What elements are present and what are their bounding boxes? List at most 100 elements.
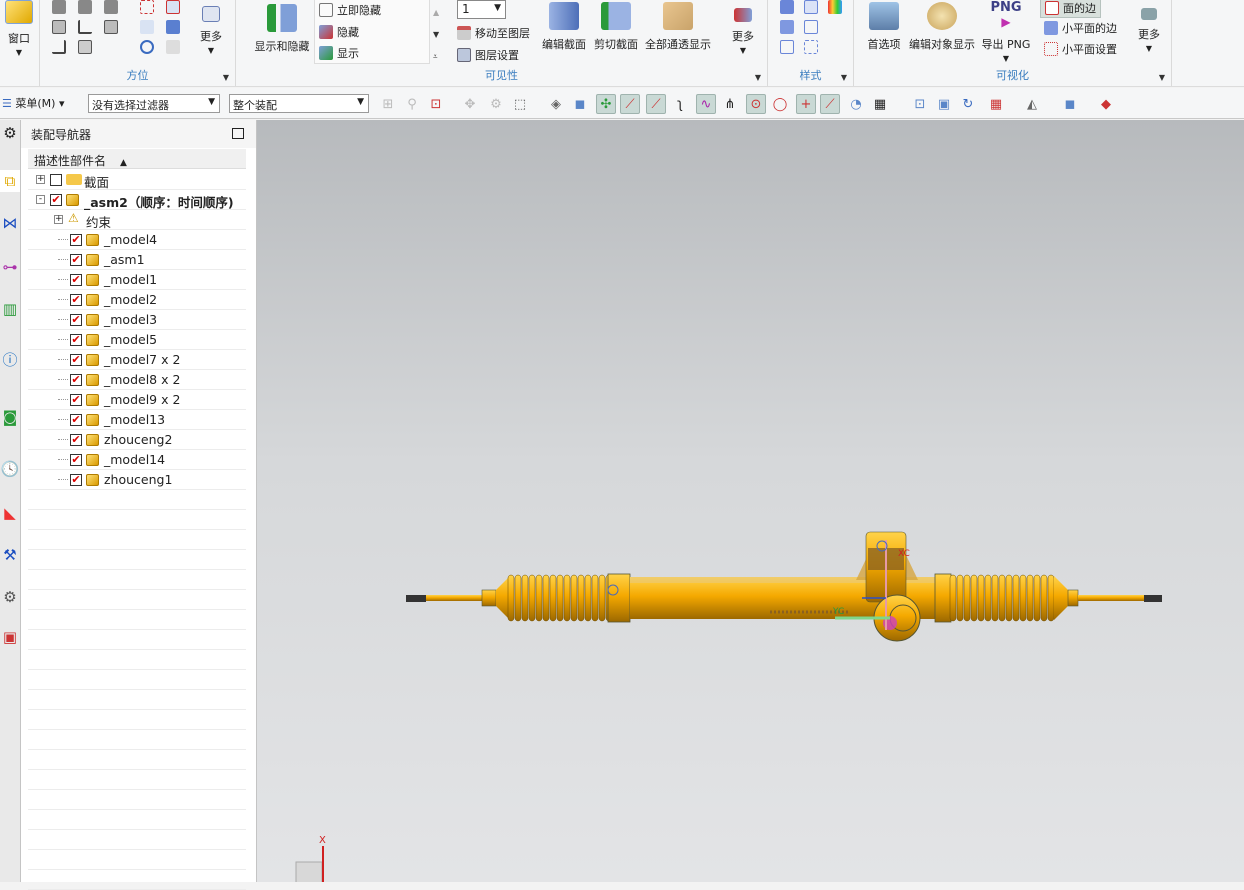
tree-node[interactable]: ✔ _asm1 [28, 250, 246, 270]
menu-button[interactable]: ☰ 菜单(M) ▾ [2, 95, 64, 111]
visibility-checkbox[interactable]: ✔ [50, 194, 62, 206]
visibility-checkbox[interactable]: ✔ [70, 314, 82, 326]
visibility-checkbox[interactable]: ✔ [70, 474, 82, 486]
tree-node[interactable]: ✔ _model8 x 2 [28, 370, 246, 390]
expand-icon[interactable]: + [36, 175, 45, 184]
fit-icon[interactable] [140, 0, 154, 14]
pan-icon[interactable] [140, 20, 154, 34]
show-hide-tool-icon[interactable]: ◆ [1096, 94, 1116, 114]
info-icon[interactable]: ⓘ [0, 348, 20, 370]
reorient-icon[interactable] [166, 40, 180, 54]
render-style-icon[interactable]: ◼ [1060, 94, 1080, 114]
facet-settings-button[interactable]: 小平面设置 [1044, 41, 1117, 57]
upper-select-icon[interactable]: ⚙ [486, 94, 506, 114]
visibility-checkbox[interactable]: ✔ [70, 334, 82, 346]
tree-node[interactable]: ✔ zhouceng2 [28, 430, 246, 450]
arc-center-icon[interactable]: ⋔ [720, 94, 740, 114]
orientation-more-button[interactable]: 更多 ▼ [192, 0, 230, 55]
snap-point-icon[interactable]: ✣ [596, 94, 616, 114]
quadrant-icon[interactable]: ◯ [770, 94, 790, 114]
reuse-library-icon[interactable]: ▥ [0, 298, 20, 320]
type-filter-icon[interactable]: ⊡ [426, 94, 446, 114]
intersection-icon[interactable]: ∿ [696, 94, 716, 114]
general-select-icon[interactable]: ⊞ [378, 94, 398, 114]
gallery-scroll[interactable]: ▲ ▼ ⩡ [433, 2, 439, 68]
visibility-checkbox[interactable]: ✔ [70, 294, 82, 306]
face-edges-toggle[interactable]: 面的边 [1040, 0, 1101, 18]
grid-icon[interactable]: ▦ [870, 94, 890, 114]
tree-node[interactable]: ✔ _model14 [28, 450, 246, 470]
view-back-icon[interactable] [78, 40, 92, 54]
visibility-checkbox[interactable]: ✔ [70, 234, 82, 246]
immediate-hide-button[interactable]: 立即隐藏 [319, 2, 381, 18]
window-button[interactable]: 窗口 ▼ [2, 0, 36, 57]
tree-node[interactable]: ✔ _model7 x 2 [28, 350, 246, 370]
visibility-checkbox[interactable]: ✔ [70, 254, 82, 266]
edit-object-display-button[interactable]: 编辑对象显示 [908, 0, 976, 52]
manufacturing-wizard-icon[interactable]: ⚙ [0, 586, 20, 608]
mid-point-icon[interactable]: ⟋ [646, 94, 666, 114]
tree-node[interactable]: + ⚠ 约束 [28, 210, 246, 230]
tree-node[interactable]: ✔ _model9 x 2 [28, 390, 246, 410]
view-top-icon[interactable] [52, 20, 66, 34]
maximize-icon[interactable] [232, 128, 244, 139]
tree-node[interactable]: ✔ _model4 [28, 230, 246, 250]
fit-view-icon[interactable]: ⊡ [910, 94, 930, 114]
process-studio-icon[interactable]: ⚒ [0, 544, 20, 566]
view-bottom-icon[interactable] [52, 40, 66, 54]
move-to-layer-button[interactable]: 移动至图层 [457, 25, 530, 41]
column-header[interactable]: 描述性部件名 ▲ [28, 149, 246, 169]
visibility-checkbox[interactable]: ✔ [70, 434, 82, 446]
control-point-icon[interactable]: ʅ [670, 94, 690, 114]
history-icon[interactable]: 🕓 [0, 458, 20, 480]
visibility-checkbox[interactable]: ✔ [70, 454, 82, 466]
existing-point-icon[interactable]: + [796, 94, 816, 114]
wireframe-icon[interactable] [804, 20, 818, 34]
view-isometric-icon[interactable] [104, 0, 118, 14]
tree-node[interactable]: - ✔ _asm2（顺序：时间顺序) [28, 190, 246, 210]
rotate-icon[interactable] [140, 40, 154, 54]
hide-button[interactable]: 隐藏 [319, 24, 359, 40]
facet-edges-button[interactable]: 小平面的边 [1044, 20, 1117, 36]
group-menu-icon[interactable]: ▼ [755, 73, 761, 82]
visibility-checkbox[interactable]: ✔ [70, 274, 82, 286]
rectangle-select-icon[interactable]: ⬚ [510, 94, 530, 114]
clip-section-button[interactable]: 剪切截面 [590, 0, 642, 52]
orient-view-icon[interactable]: ◭ [1022, 94, 1042, 114]
view-left-icon[interactable] [78, 20, 92, 34]
layer-select[interactable]: 1 ▼ [457, 0, 506, 19]
pan-view-icon[interactable]: ▣ [934, 94, 954, 114]
edit-section-button[interactable]: 编辑截面 [538, 0, 590, 52]
hidden-line-icon[interactable] [780, 40, 794, 54]
shaded-edges-icon[interactable] [780, 0, 794, 14]
view-front-icon[interactable] [78, 0, 92, 14]
tree-node[interactable]: ✔ _model13 [28, 410, 246, 430]
group-menu-icon[interactable]: ▼ [841, 73, 847, 82]
expand-icon[interactable]: + [54, 215, 63, 224]
visibility-checkbox[interactable]: ✔ [70, 374, 82, 386]
tree-node[interactable]: ✔ _model3 [28, 310, 246, 330]
part-navigator-icon[interactable]: ⊶ [0, 256, 20, 278]
visibility-more-button[interactable]: 更多 ▼ [724, 0, 762, 55]
tree-node[interactable]: ✔ _model2 [28, 290, 246, 310]
shaded-icon[interactable] [804, 0, 818, 14]
feature-icon[interactable]: ◈ [546, 94, 566, 114]
graphics-viewport[interactable]: XC YC X [257, 120, 1244, 882]
tree-node[interactable]: ✔ _model5 [28, 330, 246, 350]
group-menu-icon[interactable]: ▼ [1159, 73, 1165, 82]
visualization-more-button[interactable]: 更多 ▼ [1130, 0, 1168, 53]
studio-icon[interactable] [828, 0, 842, 14]
settings-icon[interactable]: ⚙ [0, 122, 20, 144]
tree-node[interactable]: + 截面 [28, 170, 246, 190]
point-on-face-icon[interactable]: ◔ [846, 94, 866, 114]
selection-scope-select[interactable]: 整个装配 ▼ [229, 94, 369, 113]
collapse-icon[interactable]: - [36, 195, 45, 204]
visibility-checkbox[interactable]: ✔ [70, 394, 82, 406]
all-translucent-button[interactable]: 全部通透显示 [642, 0, 714, 52]
deselect-icon[interactable]: ✥ [460, 94, 480, 114]
selection-filter-select[interactable]: 没有选择过滤器 ▼ [88, 94, 220, 113]
visibility-checkbox[interactable]: ✔ [70, 354, 82, 366]
rotate-view-icon[interactable]: ↻ [958, 94, 978, 114]
layer-settings-button[interactable]: 图层设置 [457, 47, 519, 63]
tree-node[interactable]: ✔ zhouceng1 [28, 470, 246, 490]
